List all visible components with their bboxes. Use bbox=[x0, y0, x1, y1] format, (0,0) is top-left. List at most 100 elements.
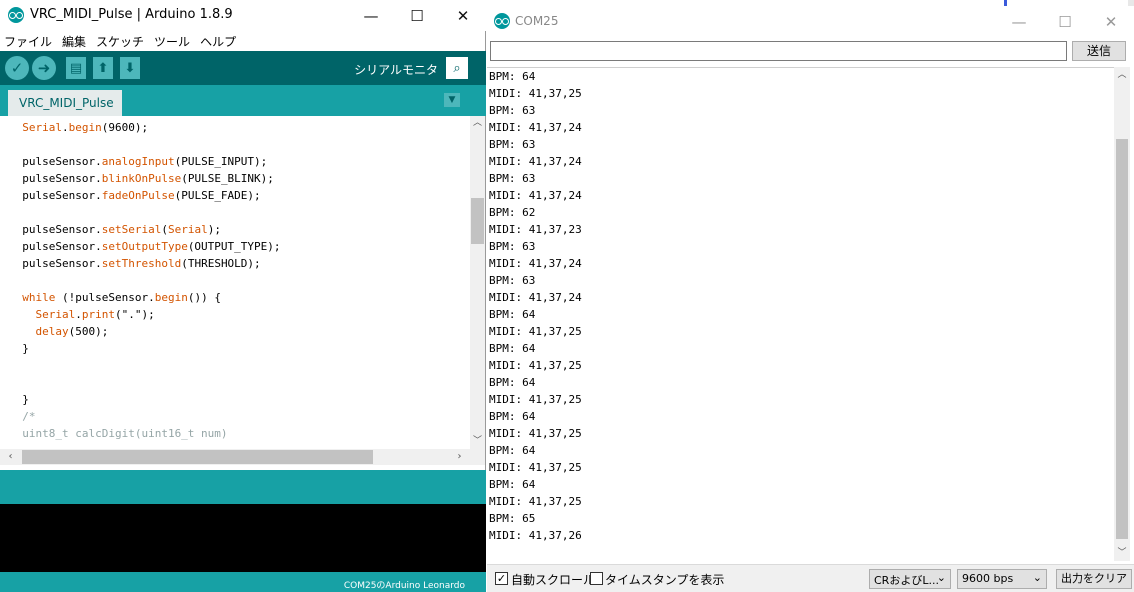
serial-line: MIDI: 41,37,25 bbox=[489, 359, 582, 372]
tab-vrc-midi-pulse[interactable]: VRC_MIDI_Pulse bbox=[8, 90, 122, 116]
timestamp-checkbox[interactable] bbox=[590, 572, 603, 585]
serial-vertical-scrollbar[interactable]: ︿ ﹀ bbox=[1114, 67, 1130, 561]
magnifier-icon: ⌕ bbox=[453, 60, 461, 76]
code-line: pulseSensor.setThreshold(THRESHOLD); bbox=[9, 257, 261, 270]
serial-line: MIDI: 41,37,24 bbox=[489, 121, 582, 134]
ide-window-title: VRC_MIDI_Pulse | Arduino 1.8.9 bbox=[30, 7, 233, 22]
menu-help[interactable]: ヘルプ bbox=[200, 33, 236, 50]
editor-vscroll-thumb[interactable] bbox=[471, 198, 484, 244]
serial-window-title: COM25 bbox=[515, 14, 559, 28]
arrow-down-icon: ⬇ bbox=[124, 60, 136, 76]
autoscroll-label: 自動スクロール bbox=[511, 573, 596, 587]
menu-edit[interactable]: 編集 bbox=[62, 33, 86, 50]
maximize-icon[interactable]: ☐ bbox=[394, 0, 440, 31]
code-line: pulseSensor.analogInput(PULSE_INPUT); bbox=[9, 155, 268, 168]
serial-line: BPM: 63 bbox=[489, 138, 536, 151]
serial-monitor-button[interactable]: ⌕ bbox=[446, 57, 468, 79]
serial-line: MIDI: 41,37,26 bbox=[489, 529, 582, 542]
ide-console bbox=[0, 504, 486, 572]
serial-line: MIDI: 41,37,25 bbox=[489, 325, 582, 338]
editor-hscroll-thumb[interactable] bbox=[22, 450, 373, 464]
serial-line: MIDI: 41,37,25 bbox=[489, 87, 582, 100]
timestamp-label: タイムスタンプを表示 bbox=[605, 573, 725, 587]
ide-toolbar: ✓ ➜ ▤ ⬆ ⬇ シリアルモニタ ⌕ bbox=[0, 51, 486, 85]
scroll-up-icon[interactable]: ︿ bbox=[470, 116, 485, 131]
arduino-ide-window: VRC_MIDI_Pulse | Arduino 1.8.9 — ☐ ✕ ファイ… bbox=[0, 0, 486, 592]
scroll-down-icon[interactable]: ﹀ bbox=[470, 434, 485, 449]
ide-tabbar: VRC_MIDI_Pulse ▼ bbox=[0, 85, 486, 116]
serial-line: MIDI: 41,37,24 bbox=[489, 189, 582, 202]
serial-monitor-label: シリアルモニタ bbox=[354, 63, 438, 77]
serial-line: MIDI: 41,37,24 bbox=[489, 257, 582, 270]
menu-file[interactable]: ファイル bbox=[4, 33, 52, 50]
serial-line: BPM: 65 bbox=[489, 512, 536, 525]
serial-bottom-bar: ✓ 自動スクロール タイムスタンプを表示 CRおよびL... ⌄ 9600 bp… bbox=[487, 564, 1134, 592]
chevron-down-icon: ⌄ bbox=[936, 571, 946, 584]
serial-window-controls: — ☐ ✕ bbox=[996, 6, 1134, 37]
code-line: pulseSensor.blinkOnPulse(PULSE_BLINK); bbox=[9, 172, 274, 185]
code-line: } bbox=[9, 393, 29, 406]
clear-output-button[interactable]: 出力をクリア bbox=[1056, 569, 1132, 589]
serial-line: BPM: 64 bbox=[489, 376, 536, 389]
desktop-background bbox=[1128, 0, 1134, 6]
verify-button[interactable]: ✓ bbox=[5, 56, 29, 80]
chevron-down-icon: ▼ bbox=[448, 95, 456, 105]
menu-sketch[interactable]: スケッチ bbox=[96, 33, 144, 50]
code-line: /* bbox=[9, 410, 36, 423]
scroll-left-icon[interactable]: ‹ bbox=[3, 449, 18, 465]
editor-horizontal-scrollbar[interactable]: ‹ › bbox=[0, 449, 470, 465]
serial-vscroll-thumb[interactable] bbox=[1116, 139, 1128, 539]
minimize-icon[interactable]: — bbox=[996, 6, 1042, 37]
send-button[interactable]: 送信 bbox=[1072, 41, 1126, 61]
save-sketch-button[interactable]: ⬇ bbox=[120, 57, 140, 79]
code-line: Serial.print("."); bbox=[35, 308, 155, 321]
ide-menubar: ファイル 編集 スケッチ ツール ヘルプ bbox=[0, 31, 486, 51]
serial-output[interactable]: BPM: 64 MIDI: 41,37,25 BPM: 63 MIDI: 41,37,… bbox=[487, 67, 1114, 561]
serial-line: BPM: 64 bbox=[489, 478, 536, 491]
upload-button[interactable]: ➜ bbox=[32, 56, 56, 80]
line-ending-select[interactable]: CRおよびL... ⌄ bbox=[869, 569, 951, 589]
arrow-up-icon: ⬆ bbox=[97, 60, 109, 76]
maximize-icon[interactable]: ☐ bbox=[1042, 6, 1088, 37]
serial-line: BPM: 64 bbox=[489, 342, 536, 355]
arduino-logo-icon bbox=[8, 7, 24, 23]
baud-rate-select[interactable]: 9600 bps ⌄ bbox=[957, 569, 1047, 589]
serial-line: MIDI: 41,37,25 bbox=[489, 393, 582, 406]
code-line: pulseSensor.fadeOnPulse(PULSE_FADE); bbox=[9, 189, 261, 202]
open-sketch-button[interactable]: ⬆ bbox=[93, 57, 113, 79]
board-port-status: COM25のArduino Leonardo bbox=[0, 572, 486, 592]
scroll-down-icon[interactable]: ﹀ bbox=[1114, 545, 1130, 561]
serial-line: MIDI: 41,37,24 bbox=[489, 155, 582, 168]
new-sketch-button[interactable]: ▤ bbox=[66, 57, 86, 79]
code-line: uint8_t calcDigit(uint16_t num) bbox=[9, 427, 228, 440]
arduino-logo-icon bbox=[494, 13, 510, 29]
close-icon[interactable]: ✕ bbox=[1088, 6, 1134, 37]
close-icon[interactable]: ✕ bbox=[440, 0, 486, 31]
checkmark-icon: ✓ bbox=[496, 572, 507, 585]
code-line: } bbox=[9, 342, 29, 355]
serial-send-input[interactable] bbox=[490, 41, 1067, 61]
baud-rate-value: 9600 bps bbox=[962, 572, 1014, 585]
serial-line: BPM: 63 bbox=[489, 104, 536, 117]
serial-monitor-window: COM25 — ☐ ✕ 送信 BPM: 64 MIDI: 41,37,25 BPM:… bbox=[487, 6, 1134, 592]
serial-titlebar: COM25 — ☐ ✕ bbox=[487, 6, 1134, 36]
code-editor[interactable]: Serial.begin(9600); pulseSensor.analogIn… bbox=[0, 116, 470, 449]
autoscroll-checkbox[interactable]: ✓ bbox=[495, 572, 508, 585]
scroll-up-icon[interactable]: ︿ bbox=[1114, 67, 1130, 83]
editor-vertical-scrollbar[interactable]: ︿ ﹀ bbox=[470, 116, 485, 449]
serial-line: MIDI: 41,37,24 bbox=[489, 291, 582, 304]
code-line: pulseSensor.setSerial(Serial); bbox=[9, 223, 221, 236]
chevron-down-icon: ⌄ bbox=[1032, 571, 1042, 584]
scroll-right-icon[interactable]: › bbox=[452, 449, 467, 465]
tab-menu-button[interactable]: ▼ bbox=[444, 93, 460, 107]
serial-line: BPM: 64 bbox=[489, 444, 536, 457]
serial-line: MIDI: 41,37,25 bbox=[489, 461, 582, 474]
minimize-icon[interactable]: — bbox=[348, 0, 394, 31]
menu-tools[interactable]: ツール bbox=[154, 33, 190, 50]
new-file-icon: ▤ bbox=[69, 60, 83, 76]
serial-line: MIDI: 41,37,23 bbox=[489, 223, 582, 236]
